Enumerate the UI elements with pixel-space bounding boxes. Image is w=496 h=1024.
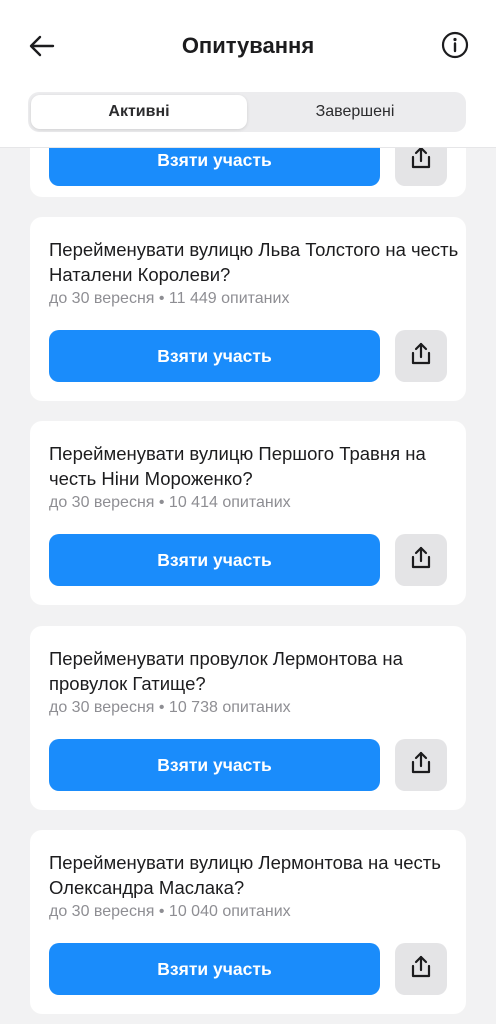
tab-finished[interactable]: Завершені <box>247 95 463 129</box>
poll-meta: до 30 вересня • 10 738 опитаних <box>49 699 291 716</box>
join-button-label: Взяти участь <box>157 549 272 570</box>
join-button-label: Взяти участь <box>157 958 272 979</box>
share-button[interactable] <box>395 739 447 791</box>
poll-title: Перейменувати вулицю Першого Травня на ч… <box>49 443 426 489</box>
poll-title: Перейменувати вулицю Льва Толстого на че… <box>49 239 459 285</box>
poll-card: Перейменувати вулицю Першого Травня на ч… <box>30 421 466 605</box>
join-button[interactable]: Взяти участь <box>49 943 380 995</box>
join-button-label: Взяти участь <box>157 754 272 775</box>
share-button[interactable] <box>395 943 447 995</box>
page-title: Опитування <box>181 33 315 58</box>
poll-card: Перейменувати вулицю Льва Толстого на че… <box>30 217 466 401</box>
share-button[interactable] <box>395 330 447 382</box>
info-icon <box>441 31 469 64</box>
join-button-label: Взяти участь <box>157 149 272 170</box>
poll-list[interactable]: Взяти участь Перейменувати вулицю Льва Т… <box>0 0 496 1024</box>
poll-card: Перейменувати провулок Лермонтова на про… <box>30 626 466 810</box>
join-button-label: Взяти участь <box>157 345 272 366</box>
status-tabs: Активні Завершені <box>28 92 466 132</box>
app-header: Опитування Активні Завершені <box>0 0 496 148</box>
poll-meta: до 30 вересня • 10 414 опитаних <box>49 494 291 511</box>
info-button[interactable] <box>440 31 470 64</box>
share-button[interactable] <box>395 534 447 586</box>
poll-meta: до 30 вересня • 10 040 опитаних <box>49 903 291 920</box>
poll-title: Перейменувати вулицю Лермонтова на честь… <box>49 852 441 898</box>
share-icon <box>409 545 433 576</box>
join-button[interactable]: Взяти участь <box>49 739 380 791</box>
share-icon <box>409 145 433 176</box>
join-button[interactable]: Взяти участь <box>49 534 380 586</box>
poll-title: Перейменувати провулок Лермонтова на про… <box>49 648 403 694</box>
share-icon <box>409 750 433 781</box>
join-button[interactable]: Взяти участь <box>49 330 380 382</box>
poll-meta: до 30 вересня • 11 449 опитаних <box>49 290 290 307</box>
poll-card: Перейменувати вулицю Лермонтова на честь… <box>30 830 466 1014</box>
share-icon <box>409 341 433 372</box>
share-icon <box>409 954 433 985</box>
tab-active[interactable]: Активні <box>31 95 247 129</box>
